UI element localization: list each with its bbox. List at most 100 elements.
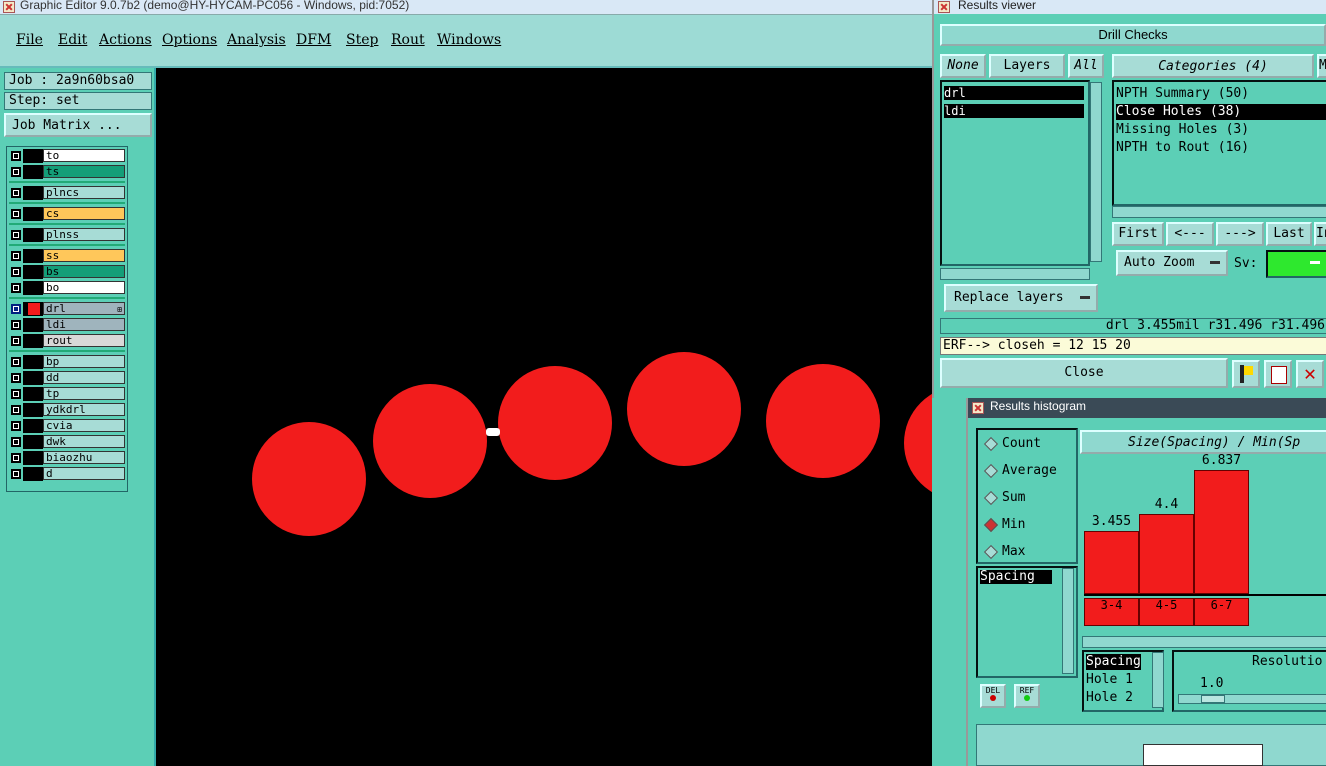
- layer-row[interactable]: plncs: [9, 186, 125, 200]
- info-button[interactable]: In: [1314, 222, 1326, 246]
- checkbox-icon[interactable]: [11, 320, 21, 330]
- layer-name[interactable]: cs: [43, 207, 125, 220]
- checkbox-icon[interactable]: [11, 304, 21, 314]
- scrollbar-vertical[interactable]: [1090, 82, 1102, 262]
- checkbox-icon[interactable]: [11, 230, 21, 240]
- layer-row[interactable]: dd: [9, 371, 125, 385]
- menu-analysis[interactable]: Analysis: [227, 32, 286, 48]
- checkbox-icon[interactable]: [11, 373, 21, 383]
- layer-listbox[interactable]: drl ldi: [940, 80, 1102, 266]
- layer-row[interactable]: rout: [9, 334, 125, 348]
- layer-name[interactable]: bp: [43, 355, 125, 368]
- checkbox-icon[interactable]: [11, 167, 21, 177]
- slider-thumb[interactable]: [1201, 695, 1225, 703]
- layer-name[interactable]: ydkdrl: [43, 403, 125, 416]
- layer-name[interactable]: dwk: [43, 435, 125, 448]
- layer-row[interactable]: bp: [9, 355, 125, 369]
- ref-button[interactable]: REF: [1014, 684, 1040, 708]
- radio-min[interactable]: Min: [983, 517, 1025, 533]
- prev-button[interactable]: <---: [1166, 222, 1214, 246]
- menu-file[interactable]: File: [16, 32, 43, 48]
- layer-name[interactable]: to: [43, 149, 125, 162]
- del-button[interactable]: DEL: [980, 684, 1006, 708]
- category-item[interactable]: NPTH to Rout (16): [1116, 140, 1249, 156]
- menu-step[interactable]: Step: [346, 32, 378, 48]
- categories-button[interactable]: Categories (4): [1112, 54, 1314, 78]
- layer-row-active[interactable]: drl ⊞: [9, 302, 125, 316]
- checkbox-icon[interactable]: [11, 357, 21, 367]
- layer-row[interactable]: tp: [9, 387, 125, 401]
- sv-color-dropdown[interactable]: [1266, 250, 1326, 278]
- scrollbar-vertical[interactable]: [1062, 568, 1074, 674]
- graphic-canvas[interactable]: [156, 68, 932, 766]
- layer-row[interactable]: cs: [9, 207, 125, 221]
- close-button[interactable]: Close: [940, 358, 1228, 388]
- list-item[interactable]: Hole 1: [1086, 672, 1133, 688]
- layer-row[interactable]: bs: [9, 265, 125, 279]
- layer-row[interactable]: biaozhu: [9, 451, 125, 465]
- checkbox-icon[interactable]: [11, 283, 21, 293]
- radio-average[interactable]: Average: [983, 463, 1057, 479]
- first-button[interactable]: First: [1112, 222, 1164, 246]
- menu-actions[interactable]: Actions: [99, 32, 152, 48]
- flag-icon[interactable]: [1232, 360, 1260, 388]
- layer-name[interactable]: ss: [43, 249, 125, 262]
- layer-name[interactable]: ts: [43, 165, 125, 178]
- scrollbar-horizontal[interactable]: [940, 268, 1090, 280]
- checkbox-icon[interactable]: [11, 251, 21, 261]
- checkbox-icon[interactable]: [11, 267, 21, 277]
- auto-zoom-dropdown[interactable]: Auto Zoom: [1116, 250, 1228, 276]
- checkbox-icon[interactable]: [11, 188, 21, 198]
- layers-button[interactable]: Layers: [989, 54, 1065, 78]
- layer-row[interactable]: dwk: [9, 435, 125, 449]
- checkbox-icon[interactable]: [11, 209, 21, 219]
- layer-row[interactable]: plnss: [9, 228, 125, 242]
- radio-sum[interactable]: Sum: [983, 490, 1025, 506]
- scrollbar-horizontal[interactable]: [1082, 636, 1326, 648]
- layer-name[interactable]: cvia: [43, 419, 125, 432]
- categories-listbox[interactable]: NPTH Summary (50) Close Holes (38) Missi…: [1112, 80, 1326, 206]
- erf-field[interactable]: ERF--> closeh = 12 15 20: [940, 337, 1326, 355]
- all-button[interactable]: All: [1068, 54, 1104, 78]
- layer-row[interactable]: to: [9, 149, 125, 163]
- layer-row[interactable]: d: [9, 467, 125, 481]
- list-item[interactable]: ldi: [944, 104, 1084, 118]
- layer-row[interactable]: ldi: [9, 318, 125, 332]
- layer-name[interactable]: plnss: [43, 228, 125, 241]
- cancel-icon[interactable]: ✕: [1296, 360, 1324, 388]
- radio-max[interactable]: Max: [983, 544, 1025, 560]
- menu-windows[interactable]: Windows: [437, 32, 501, 48]
- menu-options[interactable]: Options: [162, 32, 217, 48]
- layer-name[interactable]: bs: [43, 265, 125, 278]
- categories-more-button[interactable]: M: [1317, 54, 1326, 78]
- resolution-slider[interactable]: [1178, 694, 1326, 704]
- checkbox-icon[interactable]: [11, 421, 21, 431]
- list-item[interactable]: Spacing: [980, 570, 1052, 584]
- checkbox-icon[interactable]: [11, 453, 21, 463]
- layer-row[interactable]: cvia: [9, 419, 125, 433]
- list-item[interactable]: Spacing: [1086, 654, 1141, 670]
- layer-name[interactable]: rout: [43, 334, 125, 347]
- bottom-list[interactable]: Spacing Hole 1 Hole 2: [1082, 650, 1164, 712]
- layer-row[interactable]: bo: [9, 281, 125, 295]
- histogram-bar[interactable]: [1194, 470, 1249, 594]
- list-item[interactable]: Hole 2: [1086, 690, 1133, 706]
- layer-row[interactable]: ss: [9, 249, 125, 263]
- layer-name[interactable]: dd: [43, 371, 125, 384]
- layer-name[interactable]: tp: [43, 387, 125, 400]
- checkbox-icon[interactable]: [11, 469, 21, 479]
- replace-layers-dropdown[interactable]: Replace layers: [944, 284, 1098, 312]
- scrollbar-vertical[interactable]: [1152, 652, 1164, 708]
- menu-edit[interactable]: Edit: [58, 32, 87, 48]
- menu-rout[interactable]: Rout: [391, 32, 425, 48]
- none-button[interactable]: None: [940, 54, 986, 78]
- layer-name[interactable]: plncs: [43, 186, 125, 199]
- list-item[interactable]: drl: [944, 86, 1084, 100]
- category-item-selected[interactable]: Close Holes (38): [1116, 104, 1326, 120]
- checkbox-icon[interactable]: [11, 336, 21, 346]
- next-button[interactable]: --->: [1216, 222, 1264, 246]
- histogram-bar[interactable]: [1084, 531, 1139, 594]
- checkbox-icon[interactable]: [11, 405, 21, 415]
- layer-name[interactable]: d: [43, 467, 125, 480]
- layer-row[interactable]: ts: [9, 165, 125, 179]
